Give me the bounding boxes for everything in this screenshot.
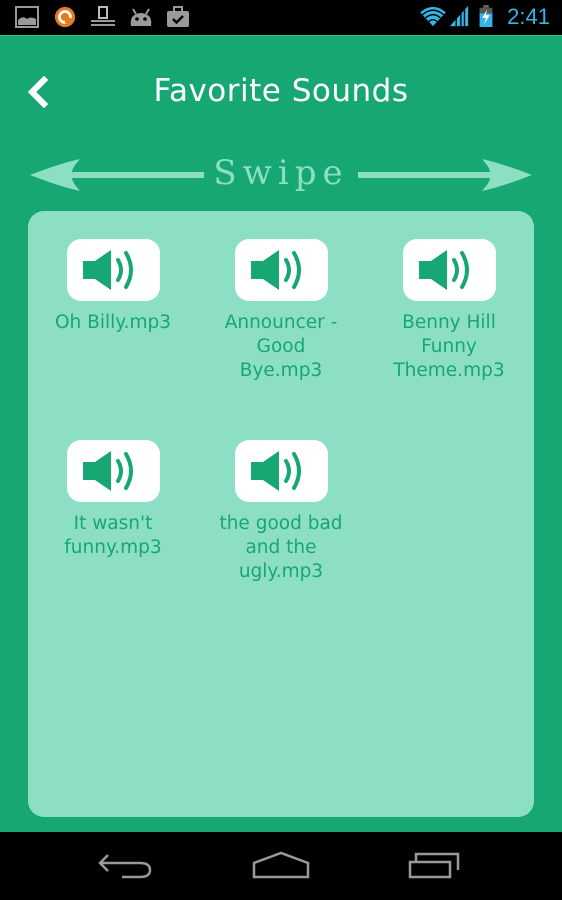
gallery-icon — [15, 6, 39, 28]
play-sound-button[interactable] — [66, 440, 160, 502]
signal-icon — [449, 5, 469, 27]
sound-label: the good bad and the ugly.mp3 — [219, 513, 343, 582]
home-icon[interactable] — [246, 848, 316, 888]
briefcase-check-icon — [167, 6, 189, 27]
sound-label: Benny Hill Funny Theme.mp3 — [393, 312, 505, 381]
wifi-icon — [420, 6, 446, 27]
play-sound-button[interactable] — [234, 239, 328, 301]
status-time: 2:41 — [507, 4, 550, 29]
speaker-icon — [251, 451, 301, 491]
sound-item[interactable]: Benny Hill Funny Theme.mp3 — [374, 239, 524, 383]
navigation-bar — [0, 832, 562, 900]
android-icon — [130, 8, 152, 26]
page-title: Favorite Sounds — [153, 73, 409, 109]
speaker-icon — [83, 250, 133, 290]
sound-item[interactable]: Announcer - Good Bye.mp3 — [206, 239, 356, 383]
speaker-icon — [83, 451, 133, 491]
speaker-icon — [251, 250, 301, 290]
sound-label: It wasn't funny.mp3 — [64, 513, 162, 558]
arrow-right-icon — [358, 159, 532, 191]
play-sound-button[interactable] — [402, 239, 496, 301]
recents-icon[interactable] — [402, 848, 472, 888]
sounds-panel: Oh Billy.mp3 Announcer - Good Bye.mp3 Be… — [28, 211, 534, 817]
play-sound-button[interactable] — [234, 440, 328, 502]
back-icon[interactable] — [90, 848, 160, 888]
sound-item[interactable]: It wasn't funny.mp3 — [38, 440, 188, 560]
orange-app-icon — [54, 6, 76, 28]
swipe-hint: Swipe — [0, 151, 562, 196]
sound-label: Announcer - Good Bye.mp3 — [224, 312, 338, 381]
national-geographic-icon — [91, 6, 115, 26]
battery-charging-icon — [479, 5, 493, 27]
app-screen: Favorite Sounds Swipe Oh Billy.mp3 Annou… — [0, 35, 562, 832]
play-sound-button[interactable] — [66, 239, 160, 301]
speaker-icon — [419, 250, 469, 290]
status-bar: 2:41 — [0, 0, 562, 35]
sound-label: Oh Billy.mp3 — [54, 312, 171, 333]
sound-item[interactable]: the good bad and the ugly.mp3 — [206, 440, 356, 584]
sound-item[interactable]: Oh Billy.mp3 — [38, 239, 188, 335]
